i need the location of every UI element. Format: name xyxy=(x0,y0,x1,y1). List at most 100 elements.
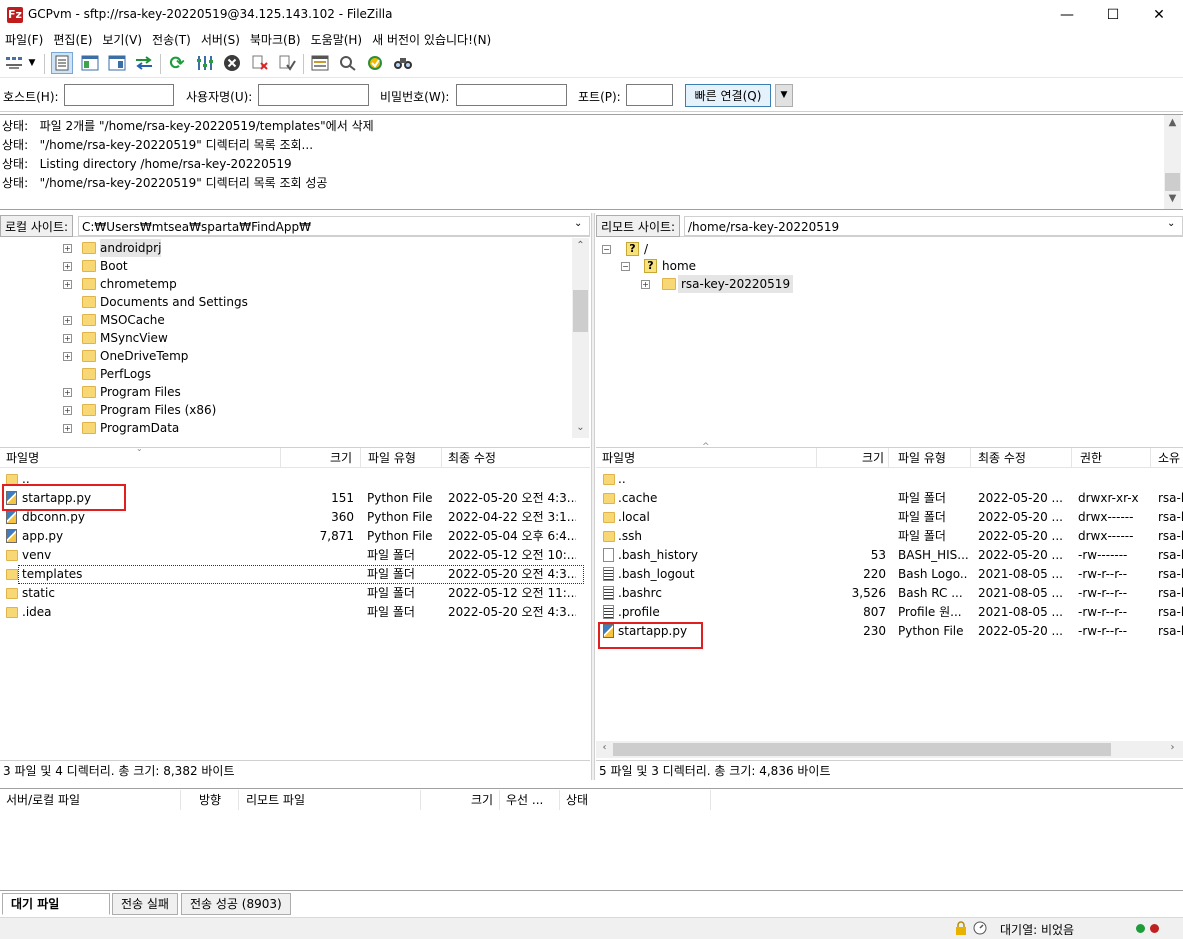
file-row[interactable]: .bash_logout 220 Bash Logo... 2021-08-05 ..… xyxy=(596,565,1183,584)
cancel-operation-icon[interactable] xyxy=(221,52,243,74)
menu-new-version[interactable]: 새 버전이 있습니다!(N) xyxy=(367,30,496,50)
file-row[interactable]: app.py 7,871 Python File 2022-05-04 오후 6:4.… xyxy=(0,527,586,546)
column-modified[interactable]: 최종 수정 xyxy=(448,448,496,468)
scroll-left-icon[interactable]: ‹ xyxy=(596,742,613,753)
column-status[interactable]: 상태 xyxy=(566,790,588,810)
tree-node[interactable]: + Boot xyxy=(0,257,570,275)
quickconnect-dropdown-icon[interactable]: ▼ xyxy=(775,84,793,107)
column-remote-file[interactable]: 리모트 파일 xyxy=(246,790,305,810)
expand-icon[interactable]: + xyxy=(63,406,72,415)
binoculars-icon[interactable] xyxy=(392,52,414,74)
expand-icon[interactable]: + xyxy=(63,244,72,253)
tree-node[interactable]: + ProgramData xyxy=(0,419,570,437)
host-input[interactable] xyxy=(64,84,174,106)
column-size[interactable]: 크기 xyxy=(471,790,493,810)
expand-icon[interactable]: + xyxy=(63,352,72,361)
menu-bookmarks[interactable]: 북마크(B) xyxy=(245,30,306,50)
file-row[interactable]: .cache 파일 폴더 2022-05-20 ... drwxr-xr-x rsa-k xyxy=(596,489,1183,508)
search-icon[interactable] xyxy=(337,52,359,74)
site-manager-dropdown-icon[interactable]: ▼ xyxy=(25,52,39,74)
file-row[interactable]: .idea 파일 폴더 2022-05-20 오전 4:3... xyxy=(0,603,586,622)
filter-icon[interactable] xyxy=(194,52,216,74)
column-type[interactable]: 파일 유형 xyxy=(898,448,946,468)
tree-node[interactable]: + MSOCache xyxy=(0,311,570,329)
file-row[interactable]: venv 파일 폴더 2022-05-12 오전 10:... xyxy=(0,546,586,565)
collapse-icon[interactable]: − xyxy=(602,245,611,254)
local-path-input[interactable]: C:₩Users₩mtsea₩sparta₩FindApp₩ xyxy=(78,216,590,236)
remote-path-dropdown-icon[interactable]: ⌄ xyxy=(1167,218,1175,229)
file-row[interactable]: .bashrc 3,526 Bash RC ... 2021-08-05 ... -rw… xyxy=(596,584,1183,603)
refresh-icon[interactable]: ⟳ xyxy=(166,52,188,74)
log-scrollbar[interactable]: ▲ ▼ xyxy=(1164,115,1181,209)
expand-icon[interactable]: + xyxy=(63,334,72,343)
tree-node[interactable]: + OneDriveTemp xyxy=(0,347,570,365)
expand-icon[interactable]: + xyxy=(63,424,72,433)
tab-queued-files[interactable]: 대기 파일 xyxy=(2,893,110,915)
tree-node[interactable]: Documents and Settings xyxy=(0,293,570,311)
username-input[interactable] xyxy=(258,84,369,106)
column-modified[interactable]: 최종 수정 xyxy=(978,448,1026,468)
pane-splitter[interactable] xyxy=(591,213,595,780)
minimize-button[interactable]: — xyxy=(1044,0,1090,30)
password-input[interactable] xyxy=(456,84,567,106)
column-owner[interactable]: 소유 xyxy=(1158,448,1180,468)
menu-edit[interactable]: 편집(E) xyxy=(48,30,97,50)
tree-node[interactable]: + Program Files xyxy=(0,383,570,401)
column-size[interactable]: 크기 xyxy=(330,448,352,468)
toggle-log-icon[interactable] xyxy=(51,52,73,74)
tab-failed-transfers[interactable]: 전송 실패 xyxy=(112,893,178,915)
local-tree-scrollbar[interactable]: ⌃ ⌄ xyxy=(572,238,589,438)
column-filename[interactable]: 파일명 xyxy=(6,448,39,468)
scroll-up-icon[interactable]: ▲ xyxy=(1164,117,1181,128)
column-permissions[interactable]: 권한 xyxy=(1080,448,1102,468)
remote-hscrollbar[interactable]: ‹ › xyxy=(596,741,1183,758)
menu-view[interactable]: 보기(V) xyxy=(97,30,147,50)
column-type[interactable]: 파일 유형 xyxy=(368,448,416,468)
tree-node[interactable]: PerfLogs xyxy=(0,365,570,383)
site-manager-icon[interactable] xyxy=(3,52,25,74)
remote-path-input[interactable]: /home/rsa-key-20220519 xyxy=(684,216,1183,236)
local-path-dropdown-icon[interactable]: ⌄ xyxy=(574,218,582,229)
column-server-local-file[interactable]: 서버/로컬 파일 xyxy=(6,790,80,810)
scroll-thumb[interactable] xyxy=(573,290,588,332)
menu-file[interactable]: 파일(F) xyxy=(0,30,48,50)
maximize-button[interactable]: ☐ xyxy=(1090,0,1136,30)
column-size[interactable]: 크기 xyxy=(862,448,884,468)
tree-node-rsa-key[interactable]: + rsa-key-20220519 xyxy=(602,275,802,293)
file-row[interactable]: static 파일 폴더 2022-05-12 오전 11:... xyxy=(0,584,586,603)
disconnect-icon[interactable] xyxy=(249,52,271,74)
tree-node[interactable]: + chrometemp xyxy=(0,275,570,293)
tree-node[interactable]: + androidprj xyxy=(0,239,570,257)
expand-icon[interactable]: + xyxy=(63,316,72,325)
expand-icon[interactable]: + xyxy=(63,280,72,289)
expand-icon[interactable]: + xyxy=(63,262,72,271)
directory-listing-filter-icon[interactable] xyxy=(309,52,331,74)
column-filename[interactable]: 파일명 xyxy=(602,448,635,468)
file-row[interactable]: .. xyxy=(596,470,1183,489)
scroll-thumb[interactable] xyxy=(613,743,1111,756)
menu-transfer[interactable]: 전송(T) xyxy=(147,30,196,50)
reconnect-icon[interactable] xyxy=(276,52,298,74)
toggle-local-tree-icon[interactable] xyxy=(79,52,101,74)
collapse-icon[interactable]: − xyxy=(621,262,630,271)
file-row[interactable]: .bash_history 53 BASH_HIS... 2022-05-20 ...… xyxy=(596,546,1183,565)
toggle-remote-tree-icon[interactable] xyxy=(106,52,128,74)
toggle-queue-icon[interactable] xyxy=(133,52,155,74)
speed-limit-icon[interactable] xyxy=(973,921,987,935)
file-row[interactable]: .local 파일 폴더 2022-05-20 ... drwx------ rsa-k xyxy=(596,508,1183,527)
scroll-right-icon[interactable]: › xyxy=(1164,742,1181,753)
synchronized-browsing-icon[interactable] xyxy=(364,52,386,74)
menu-help[interactable]: 도움말(H) xyxy=(306,30,368,50)
quickconnect-button[interactable]: 빠른 연결(Q) xyxy=(685,84,771,107)
menu-server[interactable]: 서버(S) xyxy=(196,30,245,50)
expand-icon[interactable]: + xyxy=(63,388,72,397)
column-priority[interactable]: 우선 ... xyxy=(506,790,543,810)
port-input[interactable] xyxy=(626,84,673,106)
tree-node[interactable]: + Program Files (x86) xyxy=(0,401,570,419)
scroll-down-icon[interactable]: ⌄ xyxy=(572,422,589,433)
scroll-up-icon[interactable]: ⌃ xyxy=(572,240,589,251)
file-row[interactable]: .ssh 파일 폴더 2022-05-20 ... drwx------ rsa-k xyxy=(596,527,1183,546)
scroll-down-icon[interactable]: ▼ xyxy=(1164,193,1181,204)
scroll-thumb[interactable] xyxy=(1165,173,1180,191)
tree-node[interactable]: + MSyncView xyxy=(0,329,570,347)
